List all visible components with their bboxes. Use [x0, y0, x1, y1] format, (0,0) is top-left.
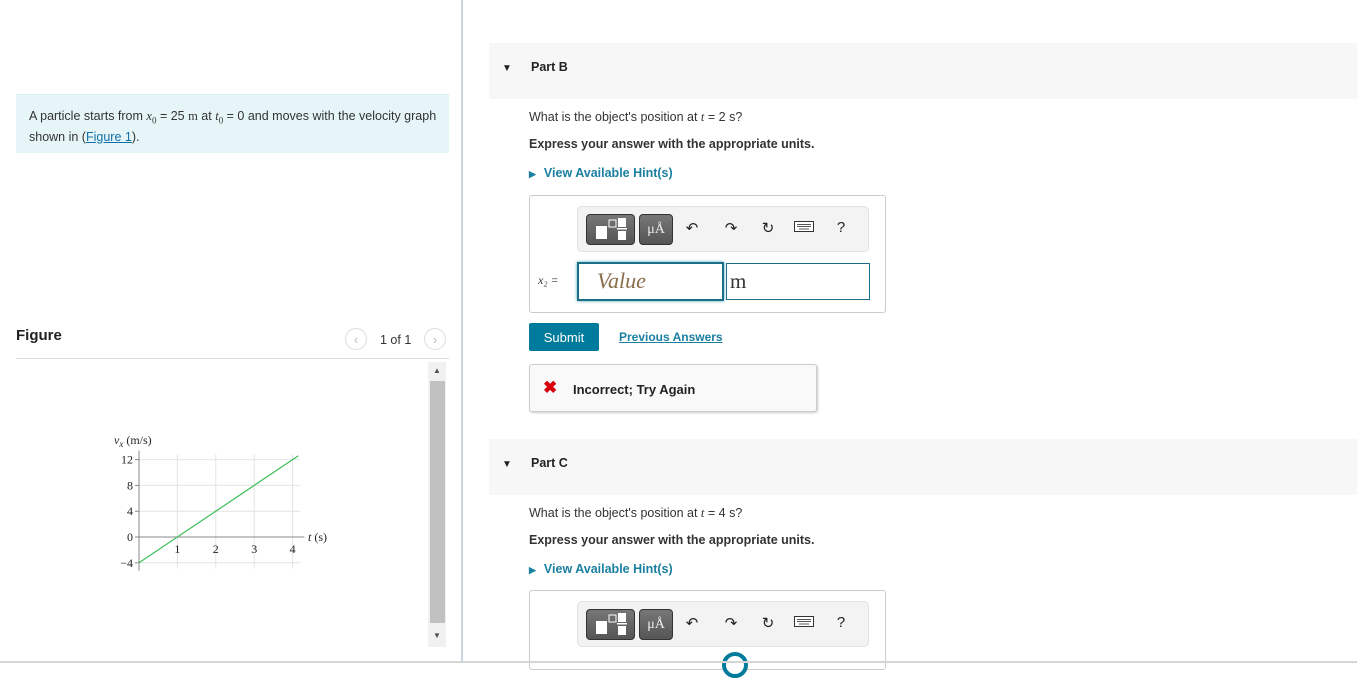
redo-icon[interactable]: ↷	[721, 614, 741, 632]
help-icon[interactable]: ?	[831, 614, 851, 631]
part-c-header[interactable]: ▼ Part C	[489, 439, 1357, 495]
templates-button[interactable]	[586, 214, 635, 245]
chevron-left-icon: ‹	[353, 331, 359, 347]
x-tick-label: 4	[290, 542, 296, 556]
x-tick-label: 3	[251, 542, 257, 556]
divider	[16, 358, 449, 359]
value-input[interactable]: Value	[577, 262, 724, 301]
previous-answers-link[interactable]: Previous Answers	[619, 330, 723, 344]
caret-down-icon: ▼	[502, 459, 512, 470]
problem-statement: A particle starts from x0 = 25 m at t0 =…	[16, 94, 449, 153]
part-b-answer-box: μÅ ↶ ↷ ↻ ? x₂ = Value m	[529, 195, 886, 313]
templates-button[interactable]	[586, 609, 635, 640]
part-b-question: What is the object's position at t = 2 s…	[529, 110, 743, 124]
scrollbar-thumb[interactable]	[430, 381, 445, 623]
part-c-answer-box: μÅ ↶ ↷ ↻ ?	[529, 590, 886, 670]
problem-text: at	[197, 109, 216, 123]
keyboard-icon[interactable]	[794, 219, 814, 236]
x0-unit: m	[188, 109, 198, 123]
undo-icon[interactable]: ↶	[682, 614, 702, 632]
incorrect-x-icon: ✖	[543, 378, 558, 397]
part-b-title: Part B	[531, 60, 568, 74]
x-tick-label: 1	[174, 542, 180, 556]
y-tick-label: 4	[127, 504, 133, 518]
t0-symbol: t0	[215, 109, 224, 126]
scroll-up-arrow-icon[interactable]: ▲	[428, 362, 446, 379]
x0-symbol: x0	[146, 109, 157, 126]
x-tick-label: 2	[213, 542, 219, 556]
part-c-question: What is the object's position at t = 4 s…	[529, 506, 743, 520]
help-icon[interactable]: ?	[831, 219, 851, 236]
feedback-text: Incorrect; Try Again	[573, 382, 696, 397]
y-tick-label: −4	[120, 556, 133, 570]
units-button[interactable]: μÅ	[639, 609, 673, 640]
figure-prev-button[interactable]: ‹	[345, 328, 367, 350]
submit-button[interactable]: Submit	[529, 323, 599, 351]
feedback-box: ✖ Incorrect; Try Again	[529, 364, 817, 412]
caret-down-icon: ▼	[502, 63, 512, 74]
figure-link[interactable]: Figure 1	[86, 130, 132, 144]
reset-icon[interactable]: ↻	[758, 614, 778, 632]
velocity-chart: −4048121 2 3 4 vx (m/s) t (s)	[114, 433, 327, 571]
y-axis-label: vx (m/s)	[114, 433, 152, 449]
caret-right-icon: ▶	[529, 169, 536, 179]
x-axis-label: t (s)	[308, 530, 327, 544]
keyboard-icon[interactable]	[794, 614, 814, 631]
unit-input[interactable]: m	[726, 263, 870, 300]
figure-next-button[interactable]: ›	[424, 328, 446, 350]
answer-label: x₂ =	[538, 273, 559, 287]
templates-icon	[596, 218, 627, 240]
figure-pager: 1 of 1	[380, 333, 412, 347]
math-toolbar: μÅ ↶ ↷ ↻ ?	[577, 601, 869, 647]
x0-value: = 25	[156, 109, 189, 123]
part-c-title: Part C	[531, 456, 568, 470]
part-b-header[interactable]: ▼ Part B	[489, 43, 1357, 99]
part-b-hint-toggle[interactable]: ▶ View Available Hint(s)	[529, 166, 673, 180]
math-toolbar: μÅ ↶ ↷ ↻ ?	[577, 206, 869, 252]
part-c-hint-toggle[interactable]: ▶ View Available Hint(s)	[529, 562, 673, 576]
part-c-instruction: Express your answer with the appropriate…	[529, 533, 815, 547]
units-button[interactable]: μÅ	[639, 214, 673, 245]
problem-text: ).	[131, 129, 140, 144]
reset-icon[interactable]: ↻	[758, 219, 778, 237]
y-tick-label: 8	[127, 478, 133, 492]
undo-icon[interactable]: ↶	[682, 219, 702, 237]
part-b-instruction: Express your answer with the appropriate…	[529, 137, 815, 151]
chevron-right-icon: ›	[432, 331, 438, 347]
scroll-down-arrow-icon[interactable]: ▼	[428, 627, 446, 644]
templates-icon	[596, 613, 627, 635]
bottom-divider	[0, 661, 1357, 663]
figure-title: Figure	[16, 327, 62, 344]
problem-text: A particle starts from	[29, 109, 147, 123]
redo-icon[interactable]: ↷	[721, 219, 741, 237]
pane-divider[interactable]	[461, 0, 463, 662]
y-tick-label: 0	[127, 530, 133, 544]
help-bubble-icon[interactable]	[722, 652, 748, 678]
caret-right-icon: ▶	[529, 565, 536, 575]
y-tick-label: 12	[121, 453, 133, 467]
